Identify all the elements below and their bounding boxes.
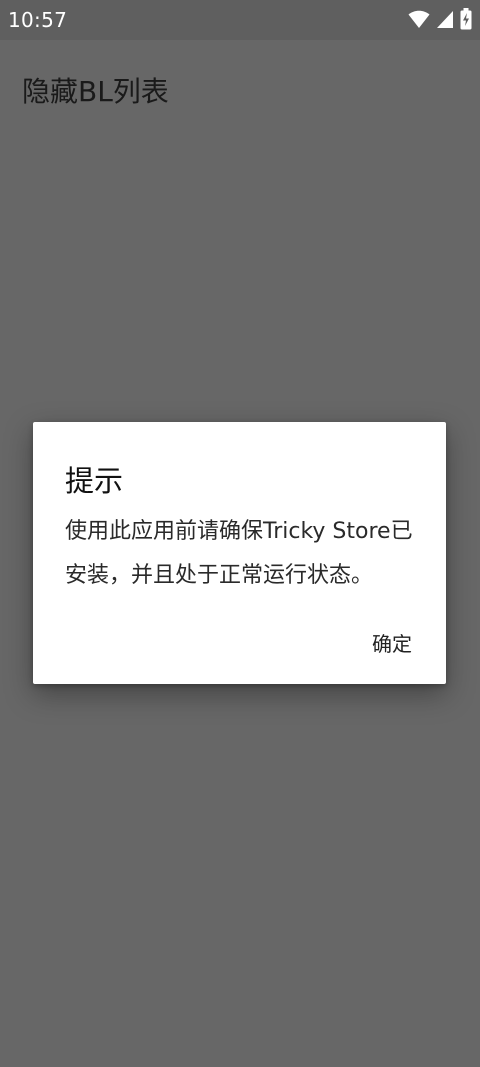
app-title: 隐藏BL列表 <box>22 75 169 108</box>
wifi-icon <box>408 9 430 29</box>
status-time: 10:57 <box>8 8 68 32</box>
app-screen: 10:57 隐藏BL列表 提示 使用此应用前请确保Tricky Store已安装… <box>0 0 480 1067</box>
dialog-message: 使用此应用前请确保Tricky Store已安装，并且处于正常运行状态。 <box>65 519 413 588</box>
battery-charging-icon <box>460 8 472 30</box>
alert-dialog: 提示 使用此应用前请确保Tricky Store已安装，并且处于正常运行状态。 … <box>33 422 446 684</box>
cellular-signal-icon <box>436 9 454 29</box>
status-icons <box>408 8 472 30</box>
dialog-title: 提示 <box>65 464 124 498</box>
confirm-button[interactable]: 确定 <box>358 620 426 664</box>
app-bar: 隐藏BL列表 <box>0 40 480 136</box>
status-bar: 10:57 <box>0 0 480 40</box>
